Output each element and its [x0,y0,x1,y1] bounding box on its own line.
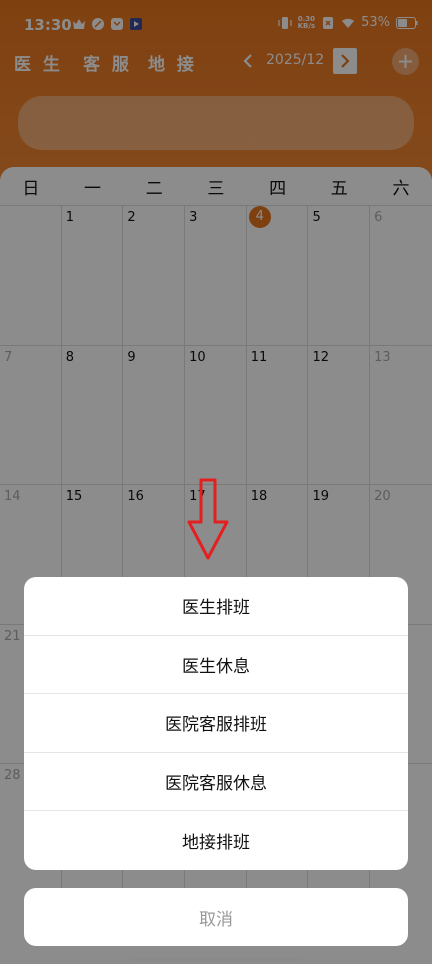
home-indicator[interactable] [130,958,302,962]
arrow-down-icon [187,478,229,560]
local-pickup-schedule-option[interactable]: 地接排班 [24,811,408,870]
hospital-service-schedule-option[interactable]: 医院客服排班 [24,694,408,753]
action-sheet: 医生排班 医生休息 医院客服排班 医院客服休息 地接排班 [24,577,408,870]
hospital-service-rest-option[interactable]: 医院客服休息 [24,753,408,812]
doctor-rest-option[interactable]: 医生休息 [24,636,408,695]
doctor-schedule-option[interactable]: 医生排班 [24,577,408,636]
cancel-button[interactable]: 取消 [24,888,408,946]
